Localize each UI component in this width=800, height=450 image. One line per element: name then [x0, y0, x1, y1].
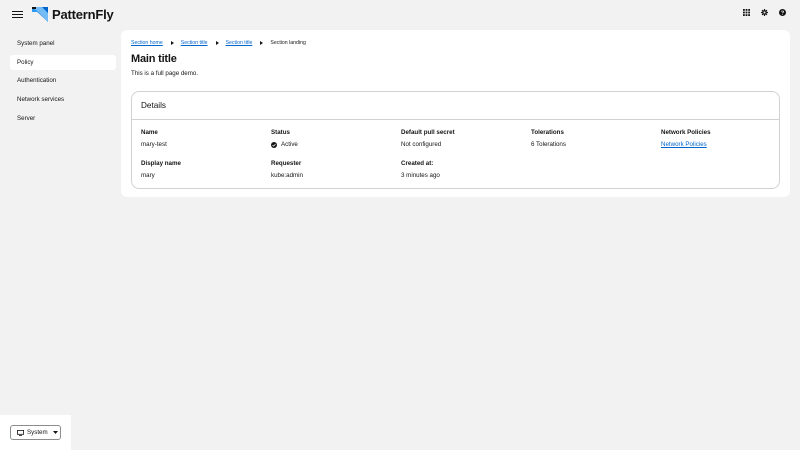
details-card: Details Name mary-test Status Active Def… — [131, 91, 780, 189]
sidebar-item-network-services[interactable]: Network services — [10, 92, 116, 107]
requester-term: Requester — [271, 160, 302, 167]
created-at-value: 3 minutes ago — [401, 172, 440, 179]
sidebar-item-authentication[interactable]: Authentication — [10, 73, 116, 88]
grid-icon[interactable] — [743, 9, 750, 16]
check-circle-icon — [271, 141, 277, 148]
status-term: Status — [271, 129, 290, 136]
network-policies-link[interactable]: Network Policies — [661, 141, 707, 148]
brand[interactable]: PatternFly — [32, 6, 114, 22]
breadcrumb: Section home Section title Section title… — [131, 39, 306, 46]
created-at-term: Created at: — [401, 160, 434, 167]
brand-name: PatternFly — [52, 6, 114, 22]
main-panel: Section home Section title Section title… — [121, 30, 790, 197]
patternfly-logo — [32, 7, 48, 22]
chevron-right-icon — [260, 40, 264, 45]
pull-secret-value: Not configured — [401, 141, 442, 148]
status-value: Active — [271, 141, 298, 148]
details-card-title: Details — [141, 101, 167, 110]
breadcrumb-link-section-title-2[interactable]: Section title — [226, 40, 253, 46]
page-title: Main title — [131, 53, 177, 65]
monitor-icon — [17, 429, 24, 436]
display-name-value: mary — [141, 172, 155, 179]
sidebar-footer: System — [0, 415, 71, 450]
chevron-right-icon — [170, 40, 174, 45]
chevron-right-icon — [215, 40, 219, 45]
sidebar: System panel Policy Authentication Netwo… — [0, 30, 121, 415]
breadcrumb-link-section-title[interactable]: Section title — [181, 40, 208, 46]
tolerations-value: 6 Tolerations — [531, 141, 566, 148]
sidebar-item-policy[interactable]: Policy — [10, 55, 116, 70]
theme-selector-label: System — [27, 429, 48, 436]
name-term: Name — [141, 129, 158, 136]
tolerations-term: Tolerations — [531, 129, 564, 136]
gear-icon[interactable] — [761, 9, 768, 16]
pull-secret-term: Default pull secret — [401, 129, 455, 136]
sidebar-item-system-panel[interactable]: System panel — [10, 36, 116, 51]
caret-down-icon — [52, 431, 58, 434]
display-name-term: Display name — [141, 160, 181, 167]
sidebar-item-server[interactable]: Server — [10, 111, 116, 126]
breadcrumb-current: Section landing — [270, 39, 306, 46]
masthead: PatternFly — [0, 0, 800, 30]
divider — [132, 119, 779, 120]
page-description: This is a full page demo. — [131, 70, 199, 77]
requester-value: kube:admin — [271, 172, 303, 179]
help-icon[interactable] — [779, 9, 786, 16]
theme-selector-button[interactable]: System — [10, 425, 61, 440]
breadcrumb-link-section-home[interactable]: Section home — [131, 40, 163, 46]
hamburger-icon[interactable] — [12, 9, 23, 20]
status-text: Active — [281, 141, 298, 148]
network-policies-term: Network Policies — [661, 129, 711, 136]
name-value: mary-test — [141, 141, 167, 148]
masthead-tools — [743, 9, 786, 16]
